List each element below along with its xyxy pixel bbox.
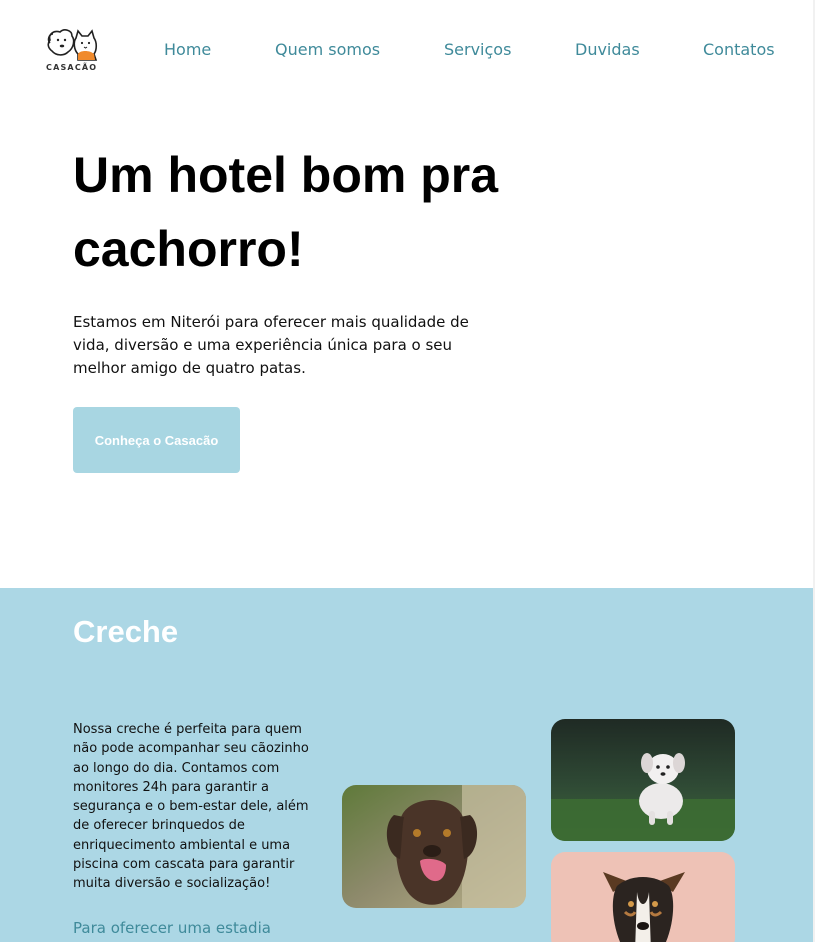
jack-russell-photo	[551, 852, 735, 942]
nav-duvidas[interactable]: Duvidas	[575, 40, 640, 59]
conheca-button[interactable]: Conheça o Casacão	[73, 407, 240, 473]
nav-quem-somos[interactable]: Quem somos	[275, 40, 380, 59]
creche-section: Creche Nossa creche é perfeita para quem…	[0, 588, 813, 942]
creche-more-link[interactable]: Para oferecer uma estadia	[73, 919, 271, 937]
nav-contatos[interactable]: Contatos	[703, 40, 775, 59]
hero-title: Um hotel bom pra cachorro!	[73, 147, 499, 277]
site-header: CASACÃO Home Quem somos Serviços Duvidas…	[0, 0, 815, 100]
nav-home[interactable]: Home	[164, 40, 211, 59]
running-dog-photo	[551, 719, 735, 841]
nav-servicos[interactable]: Serviços	[444, 40, 511, 59]
page: CASACÃO Home Quem somos Serviços Duvidas…	[0, 0, 815, 942]
dog-and-cat-logo-icon	[47, 29, 98, 61]
creche-description: Nossa creche é perfeita para quem não po…	[73, 722, 309, 892]
hero-description: Estamos em Niterói para oferecer mais qu…	[73, 313, 469, 377]
brand-name: CASACÃO	[46, 63, 98, 72]
dog-licking-photo	[342, 785, 526, 908]
creche-title: Creche	[73, 614, 179, 649]
